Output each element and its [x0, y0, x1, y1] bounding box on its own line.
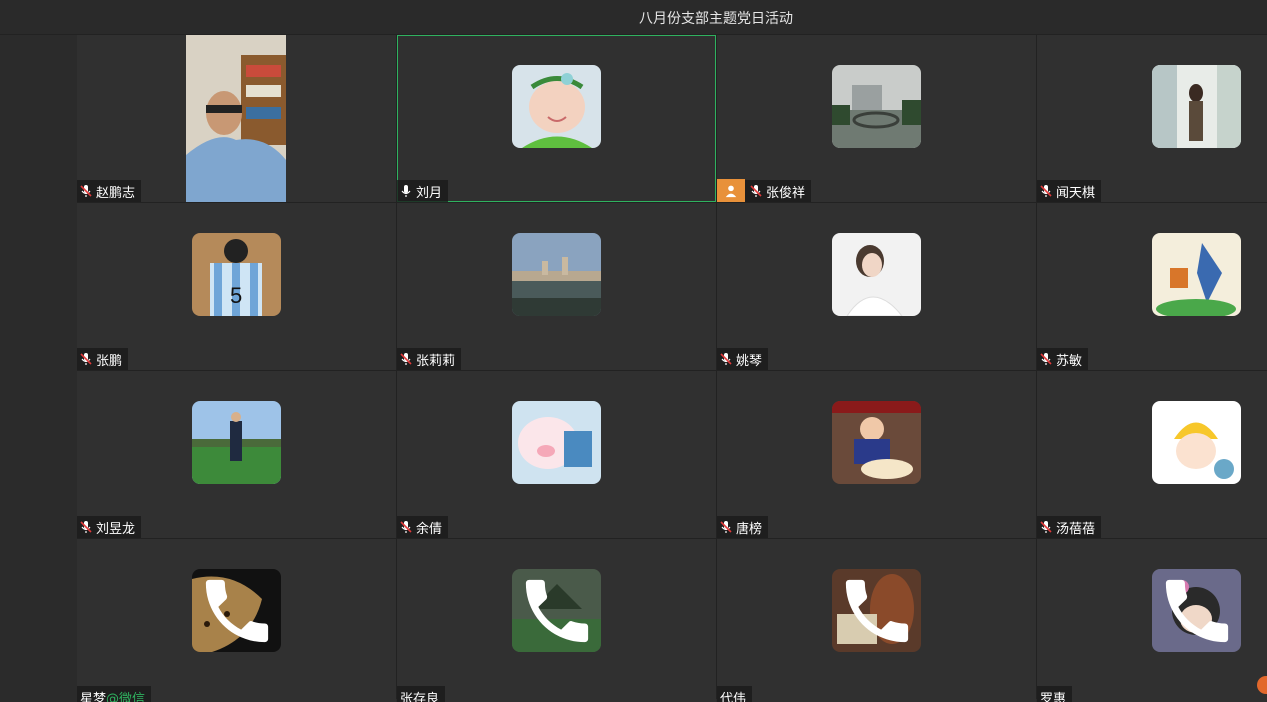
participant-name: 张存良	[400, 688, 439, 702]
participant-tile[interactable]: 唐榜	[717, 371, 1036, 538]
participant-tile[interactable]: 代伟	[717, 539, 1036, 702]
participant-name: 刘月	[416, 182, 442, 201]
participant-nametag: 张俊祥	[717, 180, 811, 202]
participant-nametag: 余倩	[397, 516, 448, 538]
participant-avatar	[832, 569, 921, 652]
participant-avatar	[832, 401, 921, 484]
participant-name: 闻天棋	[1056, 182, 1095, 201]
participant-avatar	[832, 65, 921, 148]
participant-nametag: 汤蓓蓓	[1037, 516, 1101, 538]
participant-nametag: 刘月	[397, 180, 448, 202]
participant-tile[interactable]: 刘昱龙	[77, 371, 396, 538]
participant-name: 张鹏	[96, 350, 122, 369]
participant-tile[interactable]: 张莉莉	[397, 203, 716, 370]
participant-avatar: 5	[192, 233, 281, 316]
participant-tile[interactable]: 张存良	[397, 539, 716, 702]
participant-name: 苏敏	[1056, 350, 1082, 369]
mic-muted-icon	[1040, 352, 1052, 366]
mic-muted-icon	[1040, 520, 1052, 534]
mic-muted-icon	[400, 520, 412, 534]
participant-avatar	[1152, 401, 1241, 484]
mic-muted-icon	[720, 352, 732, 366]
participant-tile[interactable]: 苏敏	[1037, 203, 1267, 370]
participant-nametag: 张莉莉	[397, 348, 461, 370]
participant-nametag: 罗惠	[1037, 686, 1072, 702]
participant-avatar	[832, 233, 921, 316]
participant-tile[interactable]: 罗惠	[1037, 539, 1267, 702]
participant-tile[interactable]: 星梦@微信	[77, 539, 396, 702]
participant-name: 张莉莉	[416, 350, 455, 369]
participant-tile[interactable]: 余倩	[397, 371, 716, 538]
participant-nametag: 闻天棋	[1037, 180, 1101, 202]
participant-name: 张俊祥	[766, 182, 805, 201]
participant-avatar	[512, 65, 601, 148]
mic-muted-icon	[80, 184, 92, 198]
phone-icon	[192, 569, 281, 652]
title-bar: 八月份支部主题党日活动	[0, 0, 1267, 35]
participant-avatar	[1152, 65, 1241, 148]
mic-on-icon	[400, 184, 412, 198]
participant-nametag: 张存良	[397, 686, 445, 702]
participant-grid: 赵鹏志 刘月	[77, 35, 1267, 699]
participant-name: 刘昱龙	[96, 518, 135, 537]
participant-name: 赵鹏志	[96, 182, 135, 201]
mic-muted-icon	[80, 352, 92, 366]
meeting-title: 八月份支部主题党日活动	[0, 8, 1267, 28]
participant-avatar	[192, 401, 281, 484]
participant-name: 余倩	[416, 518, 442, 537]
wechat-suffix: @微信	[106, 688, 145, 702]
mic-muted-icon	[750, 184, 762, 198]
host-icon	[717, 179, 745, 202]
participant-avatar	[192, 569, 281, 652]
phone-icon	[832, 569, 921, 652]
participant-tile[interactable]: 5 张鹏	[77, 203, 396, 370]
participant-tile[interactable]: 汤蓓蓓	[1037, 371, 1267, 538]
participant-tile[interactable]: 闻天棋	[1037, 35, 1267, 202]
participant-avatar	[1152, 569, 1241, 652]
participant-nametag: 代伟	[717, 686, 752, 702]
participant-nametag: 姚琴	[717, 348, 768, 370]
participant-nametag: 星梦@微信	[77, 686, 151, 702]
mic-muted-icon	[720, 520, 732, 534]
participant-avatar	[1152, 233, 1241, 316]
participant-avatar	[512, 401, 601, 484]
phone-icon	[1152, 569, 1241, 652]
left-strip	[0, 35, 77, 699]
participant-name: 汤蓓蓓	[1056, 518, 1095, 537]
participant-name: 姚琴	[736, 350, 762, 369]
mic-muted-icon	[80, 520, 92, 534]
mic-muted-icon	[400, 352, 412, 366]
participant-nametag: 赵鹏志	[77, 180, 141, 202]
participant-avatar	[512, 233, 601, 316]
participant-video	[186, 35, 286, 202]
participant-avatar	[512, 569, 601, 652]
participant-name: 星梦	[80, 688, 106, 702]
mic-muted-icon	[1040, 184, 1052, 198]
participant-nametag: 刘昱龙	[77, 516, 141, 538]
svg-text:5: 5	[230, 283, 242, 308]
participant-tile-active[interactable]: 刘月	[397, 35, 716, 202]
participant-name: 唐榜	[736, 518, 762, 537]
participant-tile[interactable]: 姚琴	[717, 203, 1036, 370]
participant-tile[interactable]: 张俊祥	[717, 35, 1036, 202]
phone-icon	[512, 569, 601, 652]
participant-nametag: 苏敏	[1037, 348, 1088, 370]
participant-name: 罗惠	[1040, 688, 1066, 702]
participant-nametag: 张鹏	[77, 348, 128, 370]
participant-nametag: 唐榜	[717, 516, 768, 538]
participant-name: 代伟	[720, 688, 746, 702]
participant-tile[interactable]: 赵鹏志	[77, 35, 396, 202]
